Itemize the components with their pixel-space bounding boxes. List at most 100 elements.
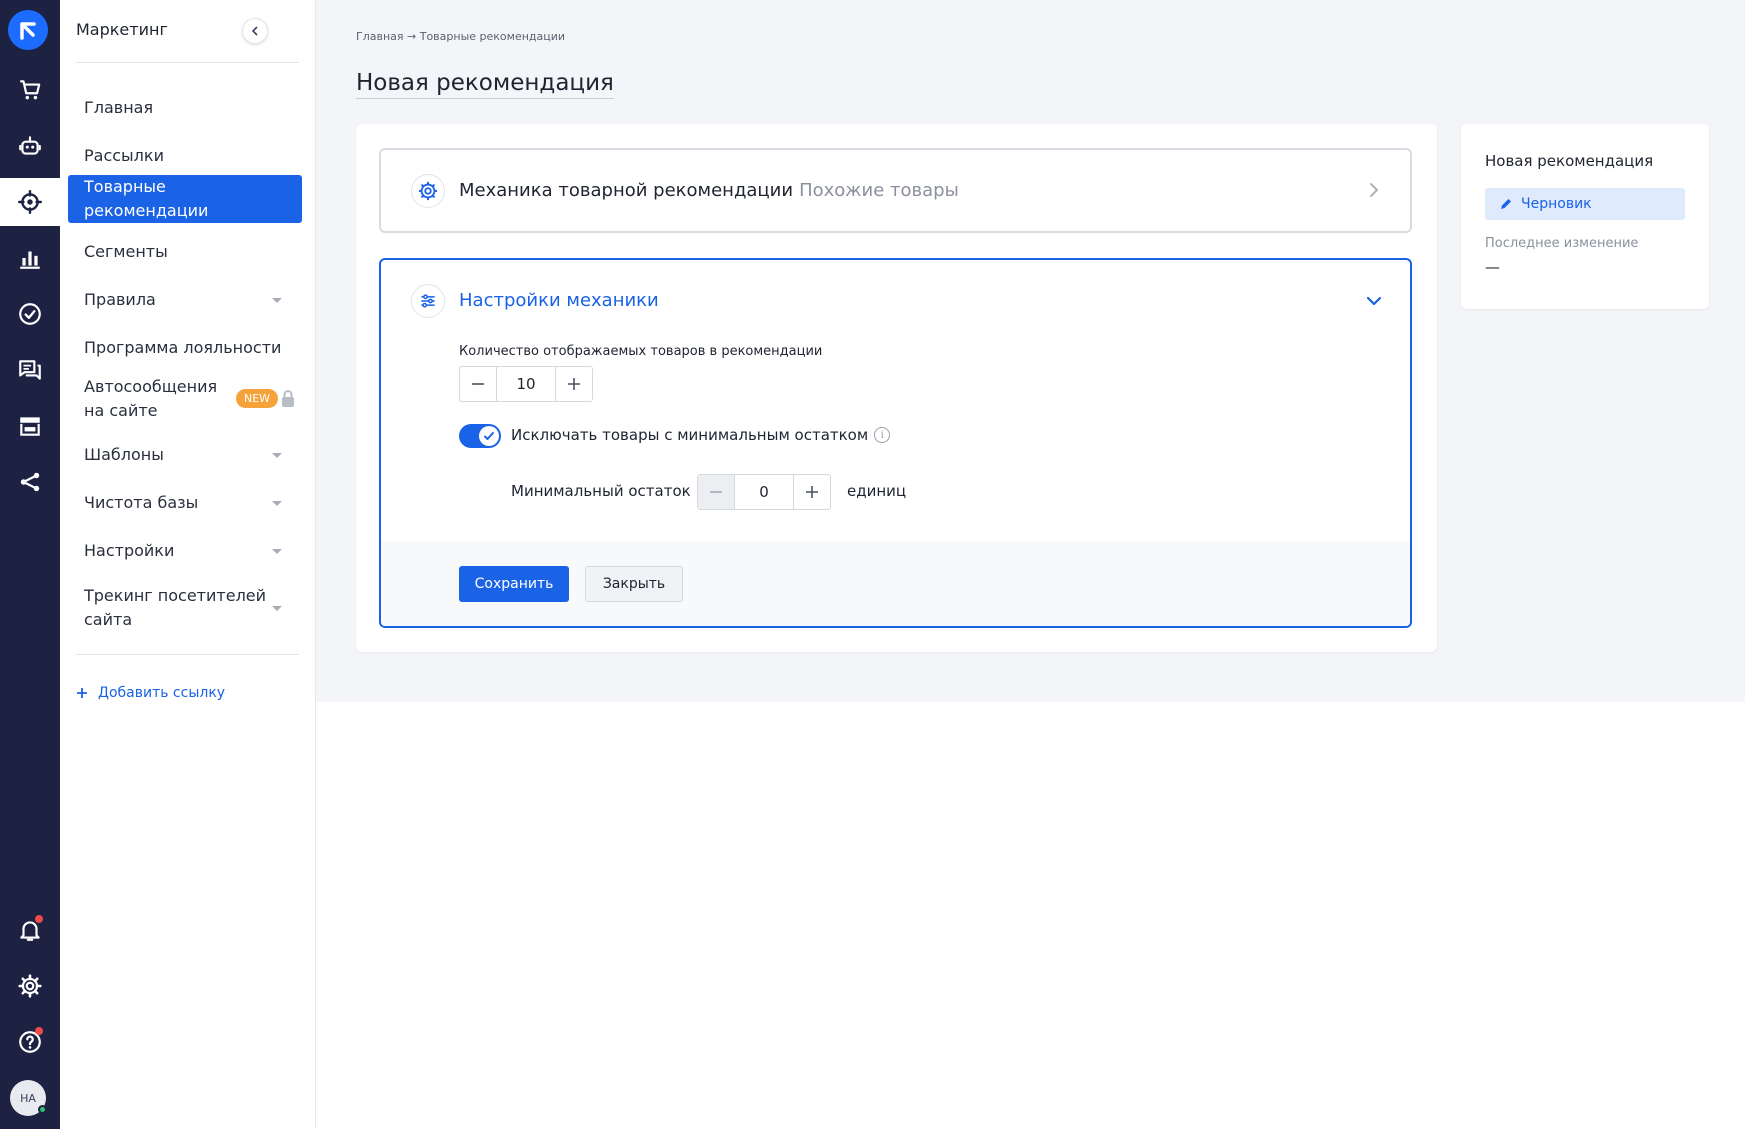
decrement-button[interactable]	[698, 475, 734, 509]
rail-item-notifications[interactable]	[0, 906, 60, 954]
status-badge: Черновик	[1485, 188, 1685, 220]
minus-icon	[472, 383, 484, 385]
plus-icon	[568, 378, 580, 390]
status-text: Черновик	[1521, 196, 1592, 212]
rail-item-chats[interactable]	[0, 346, 60, 394]
mechanics-section[interactable]: Механика товарной рекомендации Похожие то…	[379, 148, 1412, 233]
rail-item-help[interactable]	[0, 1018, 60, 1066]
main-content: Главная → Товарные рекомендации Новая ре…	[316, 0, 1745, 702]
sidebar-item-segments[interactable]: Сегменты	[68, 232, 302, 272]
mechanics-title-text: Механика товарной рекомендации	[459, 180, 794, 201]
caret-down-icon	[272, 606, 282, 611]
sliders-icon	[411, 284, 445, 318]
sidebar-item-label: Трекинг посетителей сайта	[84, 584, 266, 632]
chevron-down-icon[interactable]	[1366, 292, 1382, 311]
rail-item-tasks[interactable]	[0, 290, 60, 338]
sidebar-item-product-recommendations[interactable]: Товарные рекомендации	[68, 175, 302, 223]
sidebar-collapse-button[interactable]	[242, 18, 268, 44]
min-stock-value[interactable]: 0	[734, 475, 794, 509]
sidebar-item-label-line1: Автосообщения	[84, 377, 218, 396]
sidebar-item-label: Автосообщения на сайте	[84, 375, 217, 423]
bar-chart-icon	[20, 251, 40, 269]
rail-item-cart[interactable]	[0, 66, 60, 114]
min-stock-stepper: 0	[697, 474, 831, 510]
increment-button[interactable]	[556, 367, 592, 401]
settings-title[interactable]: Настройки механики	[459, 290, 659, 311]
share-icon	[20, 472, 40, 492]
robot-icon	[19, 136, 41, 155]
chevron-left-icon	[251, 26, 258, 36]
min-stock-label: Минимальный остаток	[511, 482, 691, 500]
app-logo-icon[interactable]	[8, 10, 48, 50]
plus-icon	[77, 688, 87, 698]
caret-down-icon	[272, 298, 282, 303]
product-count-value[interactable]: 10	[496, 367, 556, 401]
add-link-label: Добавить ссылку	[98, 685, 226, 701]
breadcrumb: Главная → Товарные рекомендации	[356, 30, 565, 43]
rail-item-bot[interactable]	[0, 122, 60, 170]
sidebar-item-home[interactable]: Главная	[68, 88, 302, 128]
mechanics-title: Механика товарной рекомендации Похожие то…	[459, 180, 959, 201]
min-stock-units: единиц	[847, 482, 907, 500]
sidebar-item-label: Товарные рекомендации	[84, 177, 209, 220]
online-status-dot	[38, 1105, 47, 1114]
check-circle-icon	[19, 303, 41, 325]
plus-icon	[806, 486, 818, 498]
sidebar-item-label-line2: сайта	[84, 610, 133, 629]
sidebar-item-site-messages[interactable]: Автосообщения на сайте NEW	[68, 372, 302, 426]
product-count-stepper: 10	[459, 366, 593, 402]
product-count-label: Количество отображаемых товаров в рекоме…	[459, 344, 823, 359]
sidebar-item-label: Правила	[84, 290, 156, 309]
status-card: Новая рекомендация Черновик Последнее из…	[1461, 124, 1709, 309]
sidebar-item-rules[interactable]: Правила	[68, 280, 302, 320]
rail-item-integrations[interactable]	[0, 458, 60, 506]
caret-down-icon	[272, 549, 282, 554]
sidebar-divider	[76, 654, 299, 655]
rail-item-marketing[interactable]	[0, 178, 60, 226]
page-title: Новая рекомендация	[356, 70, 614, 99]
sidebar-item-loyalty[interactable]: Программа лояльности	[68, 328, 302, 368]
sidebar-item-templates[interactable]: Шаблоны	[68, 435, 302, 475]
sidebar-divider	[76, 62, 299, 63]
lock-icon	[280, 389, 296, 413]
app-rail: HA	[0, 0, 60, 1129]
decrement-button[interactable]	[460, 367, 496, 401]
save-button[interactable]: Сохранить	[459, 566, 569, 602]
breadcrumb-home[interactable]: Главная	[356, 30, 404, 43]
sidebar-item-database-hygiene[interactable]: Чистота базы	[68, 483, 302, 523]
sidebar-item-label: Чистота базы	[84, 493, 199, 512]
avatar[interactable]: HA	[10, 1080, 47, 1116]
sidebar-item-label-line1: Трекинг посетителей	[84, 586, 267, 605]
rail-item-settings[interactable]	[0, 962, 60, 1010]
cart-icon	[20, 80, 41, 100]
close-button[interactable]: Закрыть	[585, 566, 683, 602]
mechanics-gear-icon	[411, 174, 445, 208]
rail-item-analytics[interactable]	[0, 234, 60, 282]
info-icon[interactable]: i	[874, 427, 891, 443]
check-icon	[484, 432, 494, 440]
status-card-title: Новая рекомендация	[1485, 152, 1654, 170]
store-icon	[20, 417, 40, 436]
sidebar-item-label: Сегменты	[84, 242, 168, 261]
increment-button[interactable]	[794, 475, 830, 509]
breadcrumb-current[interactable]: Товарные рекомендации	[420, 30, 565, 43]
sidebar: Маркетинг Главная Рассылки Товарные реко…	[60, 0, 316, 1129]
avatar-initials: HA	[20, 1091, 36, 1105]
breadcrumb-separator: →	[407, 30, 417, 43]
sidebar-title: Маркетинг	[76, 20, 168, 39]
rail-item-store[interactable]	[0, 402, 60, 450]
sidebar-item-visitor-tracking[interactable]: Трекинг посетителей сайта	[68, 581, 302, 635]
sidebar-item-label: Главная	[84, 98, 154, 117]
exclude-min-stock-toggle[interactable]	[459, 424, 501, 448]
help-dot	[35, 1027, 43, 1035]
notification-dot	[35, 915, 43, 923]
sidebar-item-mailings[interactable]: Рассылки	[68, 136, 302, 176]
sidebar-item-settings[interactable]: Настройки	[68, 531, 302, 571]
mechanics-subtitle: Похожие товары	[799, 180, 959, 201]
exclude-min-stock-text: Исключать товары с минимальным остатком	[511, 426, 869, 444]
settings-footer: Сохранить Закрыть	[381, 542, 1410, 626]
new-badge: NEW	[236, 389, 279, 408]
add-link-button[interactable]: Добавить ссылку	[76, 685, 225, 701]
caret-down-icon	[272, 501, 282, 506]
sidebar-item-label: Программа лояльности	[84, 338, 282, 357]
